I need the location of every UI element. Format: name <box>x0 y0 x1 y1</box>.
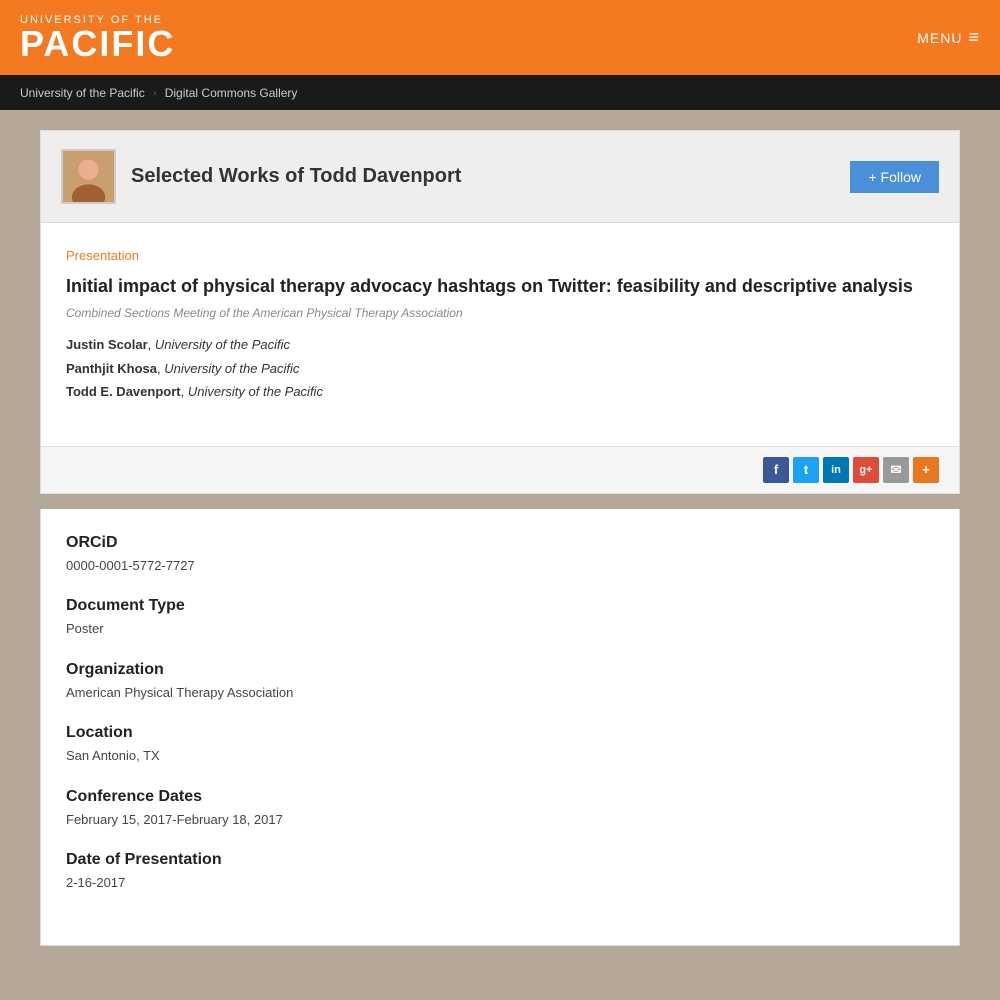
meta-org: Organization American Physical Therapy A… <box>66 661 934 703</box>
meta-label-location: Location <box>66 724 934 742</box>
article-source: Combined Sections Meeting of the America… <box>66 306 934 320</box>
meta-pres-date: Date of Presentation 2-16-2017 <box>66 851 934 893</box>
meta-label-pres-date: Date of Presentation <box>66 851 934 869</box>
article-type: Presentation <box>66 248 934 263</box>
meta-value-orcid: 0000-0001-5772-7727 <box>66 556 934 576</box>
author-line-1: Justin Scolar, University of the Pacific <box>66 335 934 355</box>
author-name-3: Todd E. Davenport <box>66 384 181 399</box>
meta-value-doctype: Poster <box>66 619 934 639</box>
share-bar: f t in g+ ✉ + <box>40 447 960 494</box>
menu-icon: ≡ <box>968 27 980 48</box>
meta-label-conf-dates: Conference Dates <box>66 788 934 806</box>
meta-value-location: San Antonio, TX <box>66 746 934 766</box>
authors-list: Justin Scolar, University of the Pacific… <box>66 335 934 402</box>
main-content: Selected Works of Todd Davenport + Follo… <box>30 130 970 946</box>
nav-separator: › <box>153 85 157 100</box>
logo: UNIVERSITY OF THE PACIFIC <box>20 14 175 62</box>
author-affil-1: University of the Pacific <box>155 337 290 352</box>
logo-bottom-text: PACIFIC <box>20 26 175 62</box>
profile-section: Selected Works of Todd Davenport + Follo… <box>40 130 960 223</box>
avatar <box>61 149 116 204</box>
author-line-3: Todd E. Davenport, University of the Pac… <box>66 382 934 402</box>
menu-button[interactable]: MENU ≡ <box>917 27 980 48</box>
share-email-button[interactable]: ✉ <box>883 457 909 483</box>
meta-doctype: Document Type Poster <box>66 597 934 639</box>
top-header: UNIVERSITY OF THE PACIFIC MENU ≡ <box>0 0 1000 75</box>
share-more-button[interactable]: + <box>913 457 939 483</box>
share-twitter-button[interactable]: t <box>793 457 819 483</box>
meta-label-doctype: Document Type <box>66 597 934 615</box>
meta-label-orcid: ORCiD <box>66 534 934 552</box>
meta-orcid: ORCiD 0000-0001-5772-7727 <box>66 534 934 576</box>
nav-link-university[interactable]: University of the Pacific <box>20 86 145 100</box>
meta-value-conf-dates: February 15, 2017-February 18, 2017 <box>66 810 934 830</box>
follow-button[interactable]: + Follow <box>850 161 939 193</box>
meta-value-pres-date: 2-16-2017 <box>66 873 934 893</box>
menu-label: MENU <box>917 30 962 46</box>
meta-location: Location San Antonio, TX <box>66 724 934 766</box>
author-affil-3: University of the Pacific <box>188 384 323 399</box>
profile-title: Selected Works of Todd Davenport <box>131 165 835 188</box>
article-section: Presentation Initial impact of physical … <box>40 223 960 447</box>
article-title: Initial impact of physical therapy advoc… <box>66 275 934 298</box>
nav-bar: University of the Pacific › Digital Comm… <box>0 75 1000 110</box>
author-line-2: Panthjit Khosa, University of the Pacifi… <box>66 359 934 379</box>
author-name-2: Panthjit Khosa <box>66 361 157 376</box>
author-name-1: Justin Scolar <box>66 337 148 352</box>
share-facebook-button[interactable]: f <box>763 457 789 483</box>
nav-link-gallery[interactable]: Digital Commons Gallery <box>165 86 298 100</box>
share-googleplus-button[interactable]: g+ <box>853 457 879 483</box>
meta-value-org: American Physical Therapy Association <box>66 683 934 703</box>
metadata-section: ORCiD 0000-0001-5772-7727 Document Type … <box>40 509 960 946</box>
meta-conf-dates: Conference Dates February 15, 2017-Febru… <box>66 788 934 830</box>
author-affil-2: University of the Pacific <box>164 361 299 376</box>
share-linkedin-button[interactable]: in <box>823 457 849 483</box>
meta-label-org: Organization <box>66 661 934 679</box>
